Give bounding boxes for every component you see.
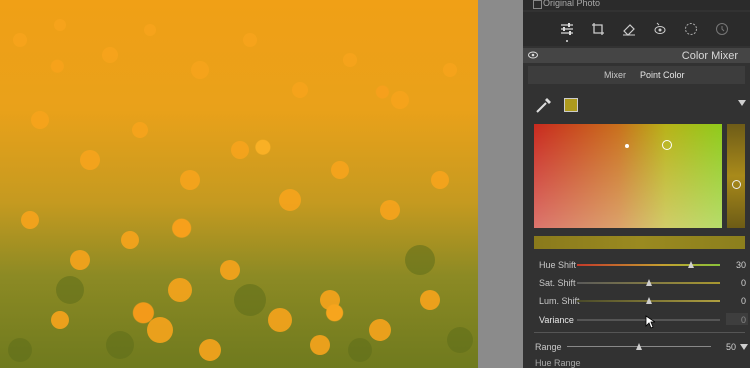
slider-thumb[interactable] bbox=[645, 279, 652, 286]
slider-label: Variance bbox=[539, 315, 574, 325]
slider-label: Lum. Shift bbox=[539, 296, 580, 306]
slider-value[interactable]: 50 bbox=[726, 342, 736, 352]
slider-label: Range bbox=[535, 342, 562, 352]
slider-value[interactable]: 0 bbox=[741, 278, 746, 288]
mask-icon[interactable] bbox=[682, 20, 700, 38]
sample-point[interactable] bbox=[625, 144, 629, 148]
slider-thumb[interactable] bbox=[636, 343, 642, 350]
slider-lum-shift[interactable]: Lum. Shift 0 bbox=[523, 294, 750, 308]
eyedropper-icon[interactable] bbox=[534, 96, 554, 114]
shift-target-point[interactable] bbox=[662, 140, 672, 150]
slider-label: Sat. Shift bbox=[539, 278, 576, 288]
right-panel: Original Photo Color Mixer Mixer Point C… bbox=[523, 0, 750, 368]
tab-mixer[interactable]: Mixer bbox=[604, 70, 626, 80]
poppy-field-image bbox=[8, 19, 473, 362]
active-tool-indicator bbox=[566, 40, 568, 42]
slider-value[interactable]: 0 bbox=[741, 315, 746, 325]
redeye-icon[interactable] bbox=[651, 20, 669, 38]
point-color-swatch-row bbox=[523, 94, 750, 114]
slider-hue-shift[interactable]: Hue Shift 30 bbox=[523, 258, 750, 272]
slider-thumb[interactable] bbox=[688, 261, 695, 268]
slider-value[interactable]: 30 bbox=[736, 260, 746, 270]
slider-track[interactable] bbox=[567, 343, 711, 350]
crop-icon[interactable] bbox=[589, 20, 607, 38]
luminance-strip[interactable] bbox=[727, 124, 745, 228]
original-photo-checkbox[interactable] bbox=[533, 0, 542, 9]
healing-icon[interactable] bbox=[620, 20, 638, 38]
slider-thumb[interactable] bbox=[645, 297, 652, 304]
mouse-cursor-icon bbox=[645, 315, 655, 329]
color-preview-bar bbox=[534, 236, 745, 249]
original-photo-row[interactable]: Original Photo bbox=[523, 0, 750, 10]
photo-preview bbox=[0, 0, 478, 368]
color-mixer-header[interactable]: Color Mixer bbox=[523, 48, 750, 63]
mixer-tabs: Mixer Point Color bbox=[528, 66, 745, 84]
color-field[interactable] bbox=[534, 124, 722, 228]
luminance-handle[interactable] bbox=[732, 180, 741, 189]
gutter bbox=[478, 0, 523, 368]
slider-value[interactable]: 0 bbox=[741, 296, 746, 306]
chevron-down-icon[interactable] bbox=[740, 344, 748, 350]
original-photo-label: Original Photo bbox=[543, 0, 601, 8]
sliders-icon[interactable] bbox=[558, 20, 576, 38]
slider-range[interactable]: Range 50 bbox=[523, 340, 750, 354]
selected-color-swatch[interactable] bbox=[564, 98, 578, 112]
edit-toolbar bbox=[523, 12, 750, 46]
hue-range-label: Hue Range bbox=[535, 358, 581, 368]
history-icon[interactable] bbox=[713, 20, 731, 38]
tab-point-color[interactable]: Point Color bbox=[640, 70, 685, 80]
slider-variance[interactable]: Variance 0 bbox=[523, 313, 750, 329]
slider-track[interactable] bbox=[577, 297, 720, 304]
slider-label: Hue Shift bbox=[539, 260, 577, 270]
slider-sat-shift[interactable]: Sat. Shift 0 bbox=[523, 276, 750, 290]
chevron-down-icon[interactable] bbox=[738, 100, 746, 106]
slider-track[interactable] bbox=[577, 261, 720, 268]
eye-icon[interactable] bbox=[528, 51, 538, 59]
divider bbox=[534, 332, 745, 333]
slider-track[interactable] bbox=[577, 279, 720, 286]
panel-title: Color Mixer bbox=[681, 50, 738, 62]
